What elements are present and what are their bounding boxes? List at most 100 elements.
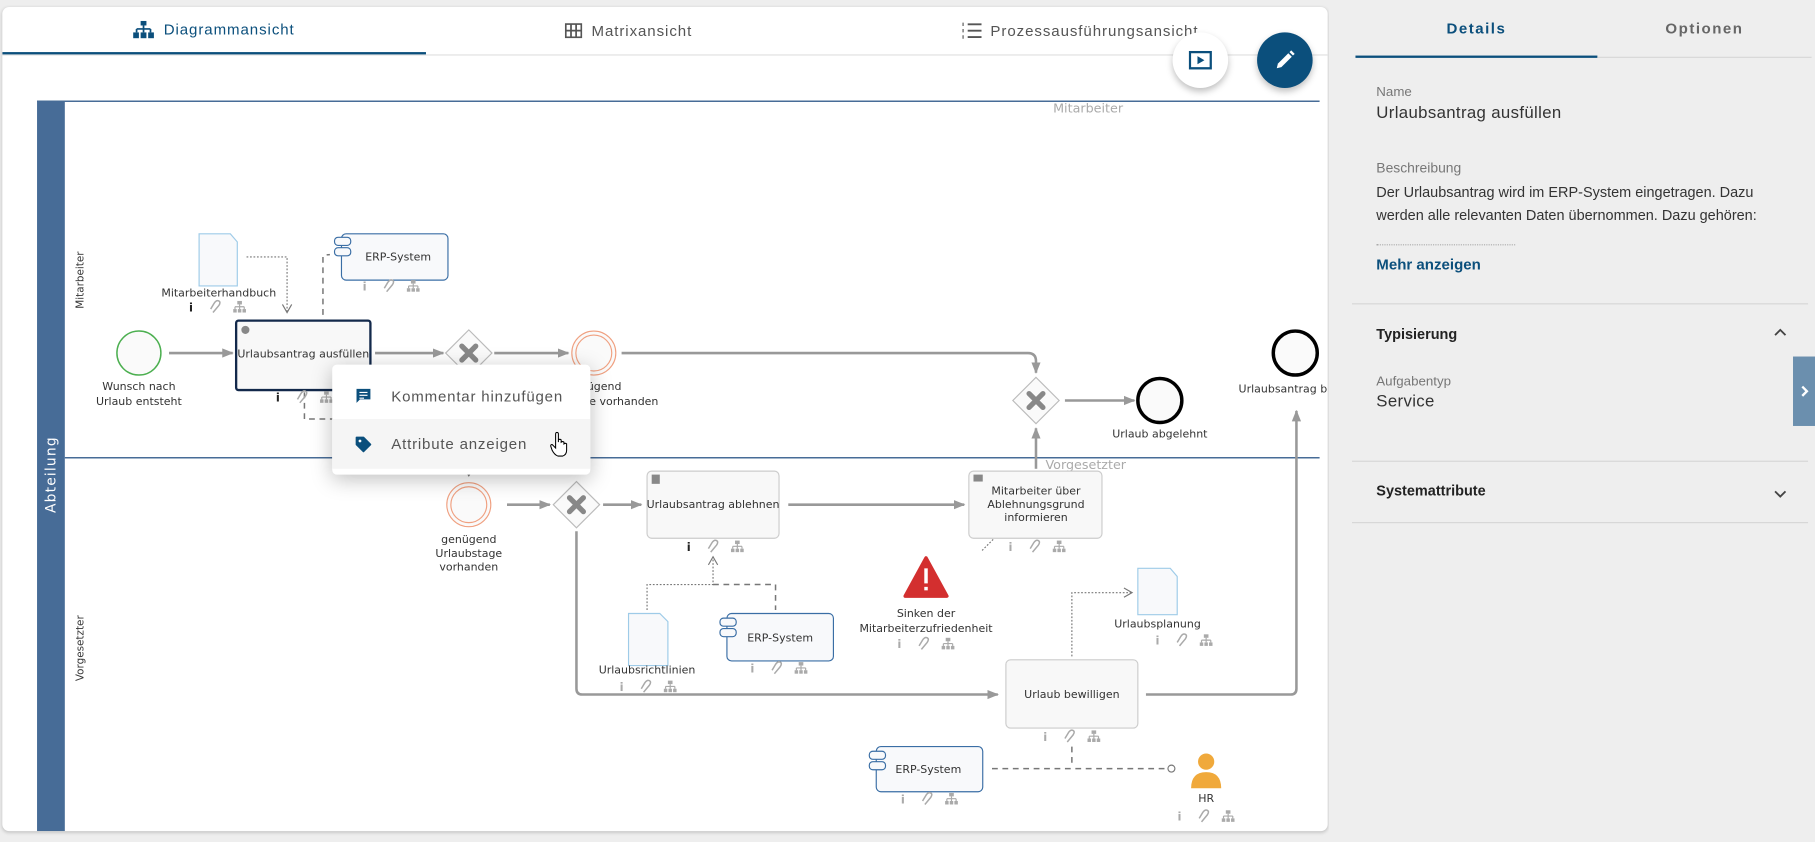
info-icon[interactable]: i xyxy=(363,280,367,294)
task-urlaubsantrag-ablehnen[interactable]: Urlaubsantrag ablehnen xyxy=(646,470,780,539)
hierarchy-icon[interactable] xyxy=(730,540,744,553)
lane-header-employee: Mitarbeiter xyxy=(1053,101,1124,116)
hierarchy-icon[interactable] xyxy=(1199,634,1213,646)
task-urlaub-bewilligen[interactable]: Urlaub bewilligen xyxy=(1005,659,1139,729)
role-hr[interactable]: HR xyxy=(1191,753,1222,806)
pencil-icon xyxy=(1276,50,1295,69)
task-type-label: Aufgabentyp xyxy=(1376,375,1452,389)
attachment-icon[interactable] xyxy=(1064,729,1075,743)
end-event-rejected[interactable]: Urlaub abgelehnt xyxy=(1112,376,1208,441)
info-icon[interactable]: i xyxy=(620,680,624,694)
info-icon[interactable]: i xyxy=(189,300,193,314)
hierarchy-icon[interactable] xyxy=(1052,540,1066,553)
chevron-up-icon[interactable] xyxy=(1773,328,1787,337)
event-label: genügend xyxy=(441,533,496,546)
attachment-icon[interactable] xyxy=(707,539,719,553)
person-icon xyxy=(1198,753,1215,770)
exclusive-gateway[interactable] xyxy=(552,480,601,529)
hierarchy-icon[interactable] xyxy=(945,792,958,805)
attachment-icon[interactable] xyxy=(1176,633,1188,647)
info-icon[interactable]: i xyxy=(901,792,905,806)
description-text: Der Urlaubsantrag wird im ERP-System ein… xyxy=(1376,184,1757,223)
role-label: HR xyxy=(1198,792,1214,805)
hierarchy-icon[interactable] xyxy=(1221,810,1235,822)
description-label: Beschreibung xyxy=(1376,159,1462,176)
document-handbook[interactable]: Mitarbeiterhandbuch xyxy=(161,233,276,300)
comment-icon xyxy=(356,388,371,403)
edit-button[interactable] xyxy=(1257,32,1313,88)
description-fade xyxy=(1376,244,1516,249)
info-icon[interactable]: i xyxy=(1178,810,1182,824)
hierarchy-icon[interactable] xyxy=(663,680,677,693)
event-label: Urlaubstage xyxy=(435,547,502,560)
task-label: Ablehnungsgrund xyxy=(987,498,1084,511)
task-label: informieren xyxy=(1004,511,1067,524)
system-erp-3[interactable]: ERP-System xyxy=(868,746,984,793)
info-icon[interactable]: i xyxy=(1156,634,1160,648)
task-mitarbeiter-informieren[interactable]: Mitarbeiter über Ablehnungsgrund informi… xyxy=(968,470,1103,539)
attachment-icon[interactable] xyxy=(383,279,395,293)
info-icon[interactable]: i xyxy=(276,391,280,405)
info-icon[interactable]: i xyxy=(1009,540,1013,554)
divider xyxy=(1351,460,1809,462)
lane-label-employee: Mitarbeiter xyxy=(74,251,86,309)
hierarchy-icon[interactable] xyxy=(320,391,333,403)
info-icon[interactable]: i xyxy=(750,662,754,676)
typisierung-header[interactable]: Typisierung xyxy=(1376,326,1457,342)
attachment-icon[interactable] xyxy=(640,679,652,693)
system-erp-2[interactable]: ERP-System xyxy=(719,612,835,662)
document-planning[interactable]: Urlaubsplanung xyxy=(1114,567,1201,630)
attachment-icon[interactable] xyxy=(771,661,783,675)
gear-icon xyxy=(241,325,250,334)
tab-options[interactable]: Optionen xyxy=(1597,0,1812,58)
attachment-icon[interactable] xyxy=(296,390,308,404)
event-label: Urlaubsantrag be xyxy=(1239,382,1328,395)
chevron-right-icon xyxy=(1800,385,1808,397)
start-event[interactable]: Wunsch nach Urlaub entsteht xyxy=(96,330,183,408)
divider xyxy=(1351,303,1809,305)
divider xyxy=(1351,522,1809,524)
context-menu: Kommentar hinzufügen Attribute anzeigen xyxy=(332,364,591,475)
task-label: Urlaub bewilligen xyxy=(1024,688,1119,701)
chevron-down-icon[interactable] xyxy=(1773,490,1787,499)
attachment-icon[interactable] xyxy=(918,636,930,650)
end-event-approved[interactable]: Urlaubsantrag be xyxy=(1239,329,1328,395)
attachment-icon[interactable] xyxy=(921,791,933,805)
document-guidelines[interactable]: Urlaubsrichtlinien xyxy=(599,612,696,677)
system-label: ERP-System xyxy=(365,250,431,263)
tab-details[interactable]: Details xyxy=(1355,0,1598,58)
attachment-icon[interactable] xyxy=(210,299,221,314)
menu-item-add-comment[interactable]: Kommentar hinzufügen xyxy=(332,375,590,417)
info-icon[interactable]: i xyxy=(687,540,691,554)
manual-task-icon xyxy=(651,474,660,484)
attachment-icon[interactable] xyxy=(1198,809,1210,823)
risk-warning[interactable]: Sinken der Mitarbeiterzufriedenheit xyxy=(859,556,993,635)
hierarchy-icon[interactable] xyxy=(406,280,420,292)
event-label: Urlaub entsteht xyxy=(96,395,183,408)
info-icon[interactable]: i xyxy=(1043,730,1047,744)
exclusive-gateway[interactable] xyxy=(1012,376,1060,425)
menu-item-label: Attribute anzeigen xyxy=(391,435,528,453)
show-more-link[interactable]: Mehr anzeigen xyxy=(1376,256,1481,273)
task-label: Mitarbeiter über xyxy=(991,484,1081,497)
systemattribute-header[interactable]: Systemattribute xyxy=(1376,483,1485,499)
event-label: Wunsch nach xyxy=(102,380,175,393)
intermediate-event-bottom[interactable]: genügend Urlaubstage vorhanden xyxy=(435,482,502,574)
tab-label: Details xyxy=(1446,19,1507,37)
system-label: ERP-System xyxy=(747,631,813,644)
process-diagram[interactable]: Abteilung Mitarbeiter Vorgesetzter Mitar… xyxy=(2,7,1328,832)
document-label: Urlaubsplanung xyxy=(1114,617,1201,630)
hand-cursor-icon xyxy=(550,431,568,457)
info-icon[interactable]: i xyxy=(897,637,901,651)
hierarchy-icon[interactable] xyxy=(233,300,246,313)
menu-item-label: Kommentar hinzufügen xyxy=(391,387,564,405)
play-button[interactable] xyxy=(1172,32,1229,88)
hierarchy-icon[interactable] xyxy=(794,662,808,674)
panel-collapse-handle[interactable] xyxy=(1793,356,1815,426)
attachment-icon[interactable] xyxy=(1029,539,1041,553)
hierarchy-icon[interactable] xyxy=(1087,730,1101,742)
system-erp[interactable]: ERP-System xyxy=(333,233,449,281)
task-label: Urlaubsantrag ausfüllen xyxy=(237,348,369,361)
document-label: Mitarbeiterhandbuch xyxy=(161,286,276,299)
hierarchy-icon[interactable] xyxy=(941,637,955,650)
